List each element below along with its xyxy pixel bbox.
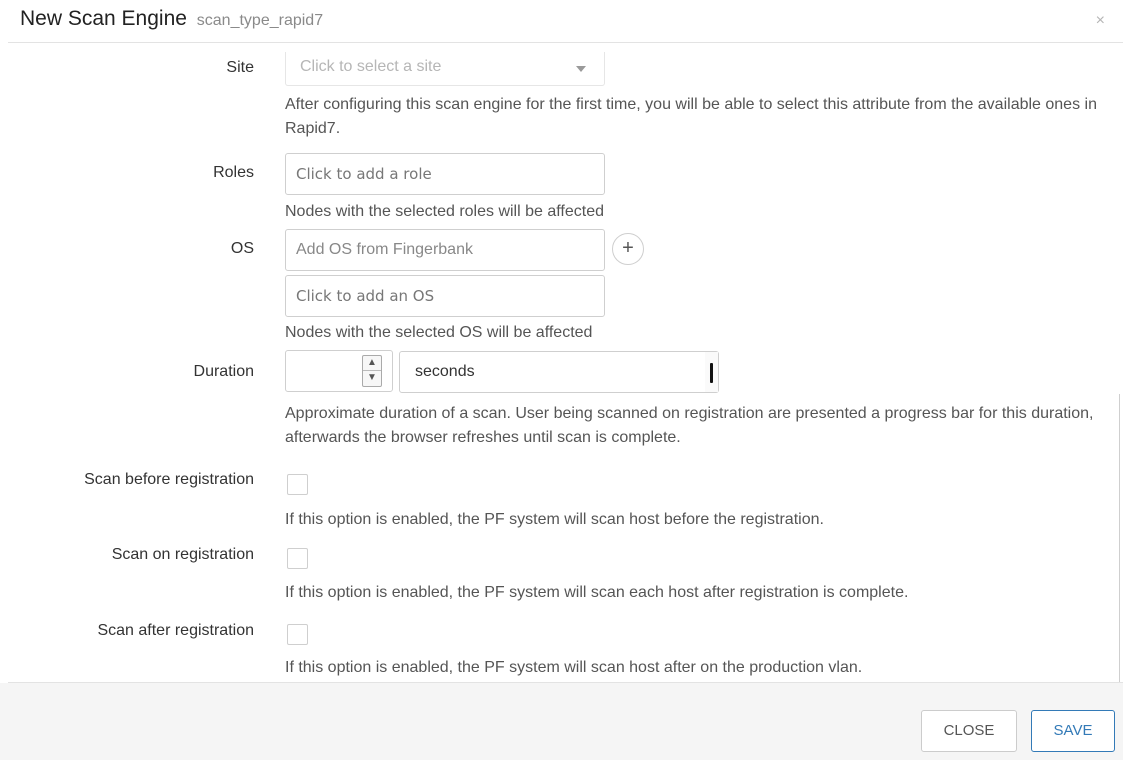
os-help: Nodes with the selected OS will be affec…	[285, 324, 593, 341]
site-select-placeholder: Click to select a site	[300, 58, 442, 75]
scan-before-registration-help: If this option is enabled, the PF system…	[285, 511, 824, 528]
site-select[interactable]: Click to select a site	[285, 52, 605, 86]
scan-after-registration-label: Scan after registration	[97, 622, 254, 639]
os-fingerbank-placeholder: Add OS from Fingerbank	[296, 241, 473, 258]
os-input-placeholder: Click to add an OS	[296, 287, 435, 305]
scan-on-registration-help: If this option is enabled, the PF system…	[285, 584, 909, 601]
roles-input[interactable]: Click to add a role	[285, 153, 605, 195]
os-label: OS	[230, 240, 254, 257]
chevron-down-icon	[576, 66, 586, 72]
duration-help: Approximate duration of a scan. User bei…	[285, 405, 1094, 446]
stepper-up-icon[interactable]: ▲	[363, 356, 381, 371]
duration-stepper[interactable]: ▲ ▼	[362, 355, 382, 387]
scan-on-registration-label: Scan on registration	[111, 546, 254, 563]
scan-before-registration-checkbox[interactable]	[287, 474, 308, 495]
os-input[interactable]: Click to add an OS	[285, 275, 605, 317]
duration-unit-value: seconds	[415, 363, 475, 380]
save-button[interactable]: SAVE	[1031, 710, 1115, 752]
os-fingerbank-input[interactable]: Add OS from Fingerbank	[285, 229, 605, 271]
scan-before-registration-label: Scan before registration	[84, 471, 254, 488]
add-os-icon[interactable]: +	[612, 233, 644, 265]
scan-on-registration-checkbox[interactable]	[287, 548, 308, 569]
modal-title-text: New Scan Engine	[20, 7, 187, 30]
duration-unit-select[interactable]: seconds	[399, 351, 719, 393]
modal-header: New Scan Engine scan_type_rapid7 ×	[0, 0, 1123, 42]
duration-label: Duration	[193, 363, 254, 380]
site-help: After configuring this scan engine for t…	[285, 96, 1097, 137]
select-arrow-icon	[705, 352, 718, 392]
roles-help: Nodes with the selected roles will be af…	[285, 203, 604, 220]
modal-title: New Scan Engine scan_type_rapid7	[20, 7, 323, 31]
site-label: Site	[226, 59, 254, 76]
scan-after-registration-checkbox[interactable]	[287, 624, 308, 645]
scan-after-registration-help: If this option is enabled, the PF system…	[285, 659, 863, 676]
scrollbar[interactable]	[1119, 394, 1120, 682]
roles-label: Roles	[213, 164, 254, 181]
roles-input-placeholder: Click to add a role	[296, 165, 432, 183]
close-button[interactable]: CLOSE	[921, 710, 1017, 752]
close-icon[interactable]: ×	[1096, 12, 1105, 30]
stepper-down-icon[interactable]: ▼	[363, 371, 381, 386]
modal-subtitle: scan_type_rapid7	[196, 12, 324, 29]
